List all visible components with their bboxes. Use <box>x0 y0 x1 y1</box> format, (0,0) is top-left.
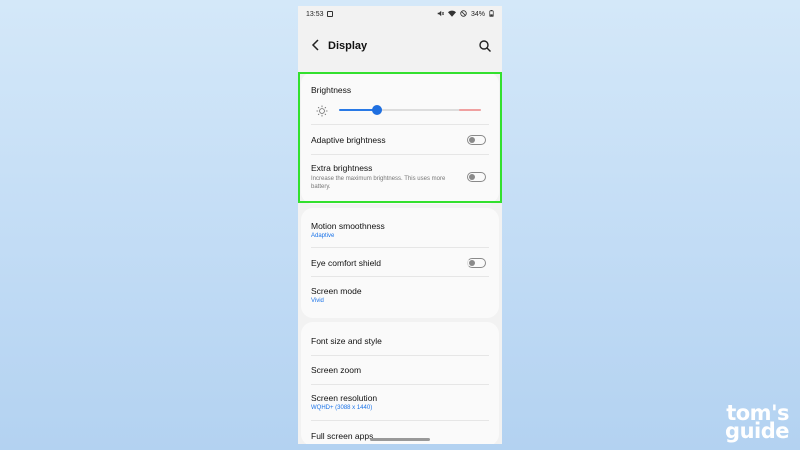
wifi-icon <box>447 10 456 19</box>
motion-smoothness-label: Motion smoothness <box>311 221 385 231</box>
divider <box>311 124 489 125</box>
status-bar: 13:53 34% <box>298 6 502 26</box>
back-arrow-icon[interactable] <box>308 37 324 53</box>
extra-brightness-description: Increase the maximum brightness. This us… <box>311 176 446 190</box>
display-settings-card: Motion smoothness Adaptive Eye comfort s… <box>301 208 499 318</box>
more-settings-card: Font size and style Screen zoom Screen r… <box>301 322 499 444</box>
screen-zoom-label: Screen zoom <box>311 365 362 375</box>
do-not-disturb-icon <box>460 10 467 19</box>
adaptive-brightness-toggle[interactable] <box>467 135 486 145</box>
screen-zoom-row[interactable]: Screen zoom <box>311 365 489 375</box>
brightness-card: Brightness Adaptive brightness Extra bri… <box>301 72 499 204</box>
status-time: 13:53 <box>306 11 324 18</box>
eye-comfort-row[interactable]: Eye comfort shield <box>311 258 489 268</box>
screen-mode-value: Vivid <box>311 298 324 304</box>
divider <box>311 247 489 248</box>
divider <box>311 276 489 277</box>
sun-icon <box>316 104 328 117</box>
status-icons: 34% <box>437 10 494 19</box>
watermark-line2: guide <box>725 419 789 443</box>
battery-icon <box>489 10 494 19</box>
divider <box>311 384 489 385</box>
brightness-label: Brightness <box>311 85 352 95</box>
font-size-row[interactable]: Font size and style <box>311 336 489 346</box>
toggle-knob <box>469 137 475 143</box>
search-icon[interactable] <box>478 39 492 53</box>
motion-smoothness-row[interactable]: Motion smoothness Adaptive <box>311 221 489 239</box>
divider <box>311 420 489 421</box>
extra-brightness-row[interactable]: Extra brightness Increase the maximum br… <box>311 163 489 191</box>
adaptive-brightness-label: Adaptive brightness <box>311 135 386 145</box>
app-bar: Display <box>298 28 502 66</box>
toggle-knob <box>469 260 475 266</box>
eye-comfort-toggle[interactable] <box>467 258 486 268</box>
adaptive-brightness-row[interactable]: Adaptive brightness <box>311 135 489 145</box>
page-title: Display <box>328 40 368 52</box>
battery-percent: 34% <box>470 11 485 18</box>
toggle-knob <box>469 174 475 180</box>
extra-brightness-toggle[interactable] <box>467 172 486 182</box>
screen-mode-label: Screen mode <box>311 286 362 296</box>
screen-resolution-row[interactable]: Screen resolution WQHD+ (3088 x 1440) <box>311 393 489 411</box>
mute-icon <box>437 10 445 19</box>
screen-resolution-label: Screen resolution <box>311 393 378 403</box>
eye-comfort-label: Eye comfort shield <box>311 258 381 268</box>
watermark-logo: tom's guide <box>703 403 789 443</box>
screen-resolution-value: WQHD+ (3088 x 1440) <box>311 405 373 411</box>
gesture-handle[interactable] <box>370 438 430 441</box>
brightness-row: Brightness <box>311 85 489 95</box>
motion-smoothness-value: Adaptive <box>311 233 335 239</box>
brightness-slider-extra-zone <box>459 109 481 111</box>
extra-brightness-label: Extra brightness <box>311 163 373 173</box>
phone-screen: 13:53 34% Display Brightness Adaptive br… <box>298 6 502 444</box>
brightness-slider-thumb[interactable] <box>372 105 383 115</box>
divider <box>311 355 489 356</box>
font-size-label: Font size and style <box>311 336 382 346</box>
screen-mode-row[interactable]: Screen mode Vivid <box>311 286 489 304</box>
brightness-slider[interactable] <box>339 105 481 115</box>
gallery-icon <box>327 11 333 17</box>
divider <box>311 154 489 155</box>
